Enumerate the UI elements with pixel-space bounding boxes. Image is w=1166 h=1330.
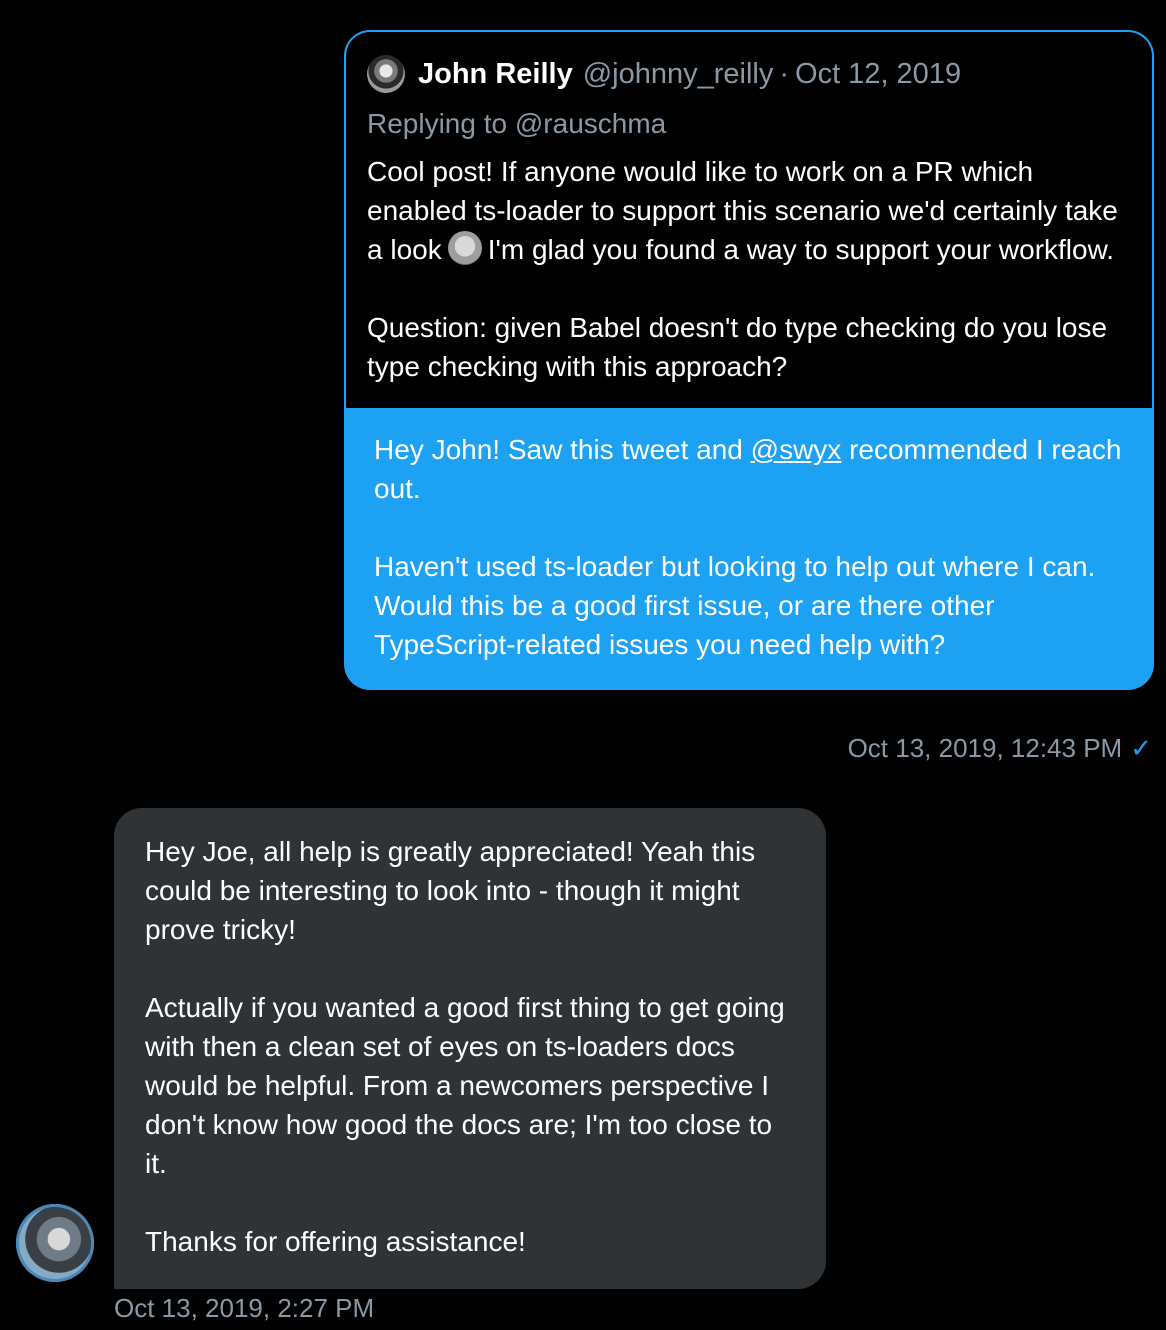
checkmark-icon: ✓ <box>1130 733 1152 763</box>
header-separator: · <box>779 58 790 90</box>
quoted-author-handle[interactable]: @johnny_reilly <box>583 54 774 94</box>
outgoing-message-group: John Reilly @johnny_reilly · Oct 12, 201… <box>344 30 1154 690</box>
quoted-tweet[interactable]: John Reilly @johnny_reilly · Oct 12, 201… <box>344 30 1154 408</box>
quoted-paragraph-2: Question: given Babel doesn't do type ch… <box>367 312 1108 382</box>
replying-to-prefix: Replying to <box>367 108 515 139</box>
outgoing-timestamp: Oct 13, 2019, 12:43 PM <box>847 733 1123 763</box>
incoming-timestamp: Oct 13, 2019, 2:27 PM <box>114 1293 375 1323</box>
replying-to-line: Replying to @rauschma <box>367 104 1132 144</box>
quoted-author-avatar[interactable] <box>367 55 405 93</box>
quoted-text-after-emoji: I'm glad you found a way to support your… <box>487 234 1115 265</box>
quoted-tweet-header: John Reilly @johnny_reilly · Oct 12, 201… <box>367 54 1132 94</box>
incoming-paragraph-1: Hey Joe, all help is greatly appreciated… <box>145 836 756 945</box>
sender-avatar[interactable] <box>16 1204 94 1282</box>
quoted-tweet-text: Cool post! If anyone would like to work … <box>367 152 1132 386</box>
outgoing-message-bubble: Hey John! Saw this tweet and @swyx recom… <box>344 408 1154 690</box>
smiling-face-emoji-icon <box>447 231 482 265</box>
quoted-paragraph-1: Cool post! If anyone would like to work … <box>367 152 1132 269</box>
outgoing-timestamp-row: Oct 13, 2019, 12:43 PM ✓ <box>848 733 1152 764</box>
quoted-author-name[interactable]: John Reilly <box>418 54 573 94</box>
outgoing-paragraph-1: Hey John! Saw this tweet and @swyx recom… <box>374 430 1124 508</box>
incoming-paragraph-2: Actually if you wanted a good first thin… <box>145 992 785 1179</box>
incoming-paragraph-3: Thanks for offering assistance! <box>145 1226 526 1257</box>
incoming-message-bubble: Hey Joe, all help is greatly appreciated… <box>114 808 826 1289</box>
outgoing-paragraph-2: Haven't used ts-loader but looking to he… <box>374 551 1096 660</box>
replying-to-handle[interactable]: @rauschma <box>515 108 666 139</box>
quoted-tweet-date[interactable]: Oct 12, 2019 <box>795 54 961 94</box>
mention-link[interactable]: @swyx <box>751 434 842 465</box>
outgoing-text-before-mention: Hey John! Saw this tweet and <box>374 434 751 465</box>
